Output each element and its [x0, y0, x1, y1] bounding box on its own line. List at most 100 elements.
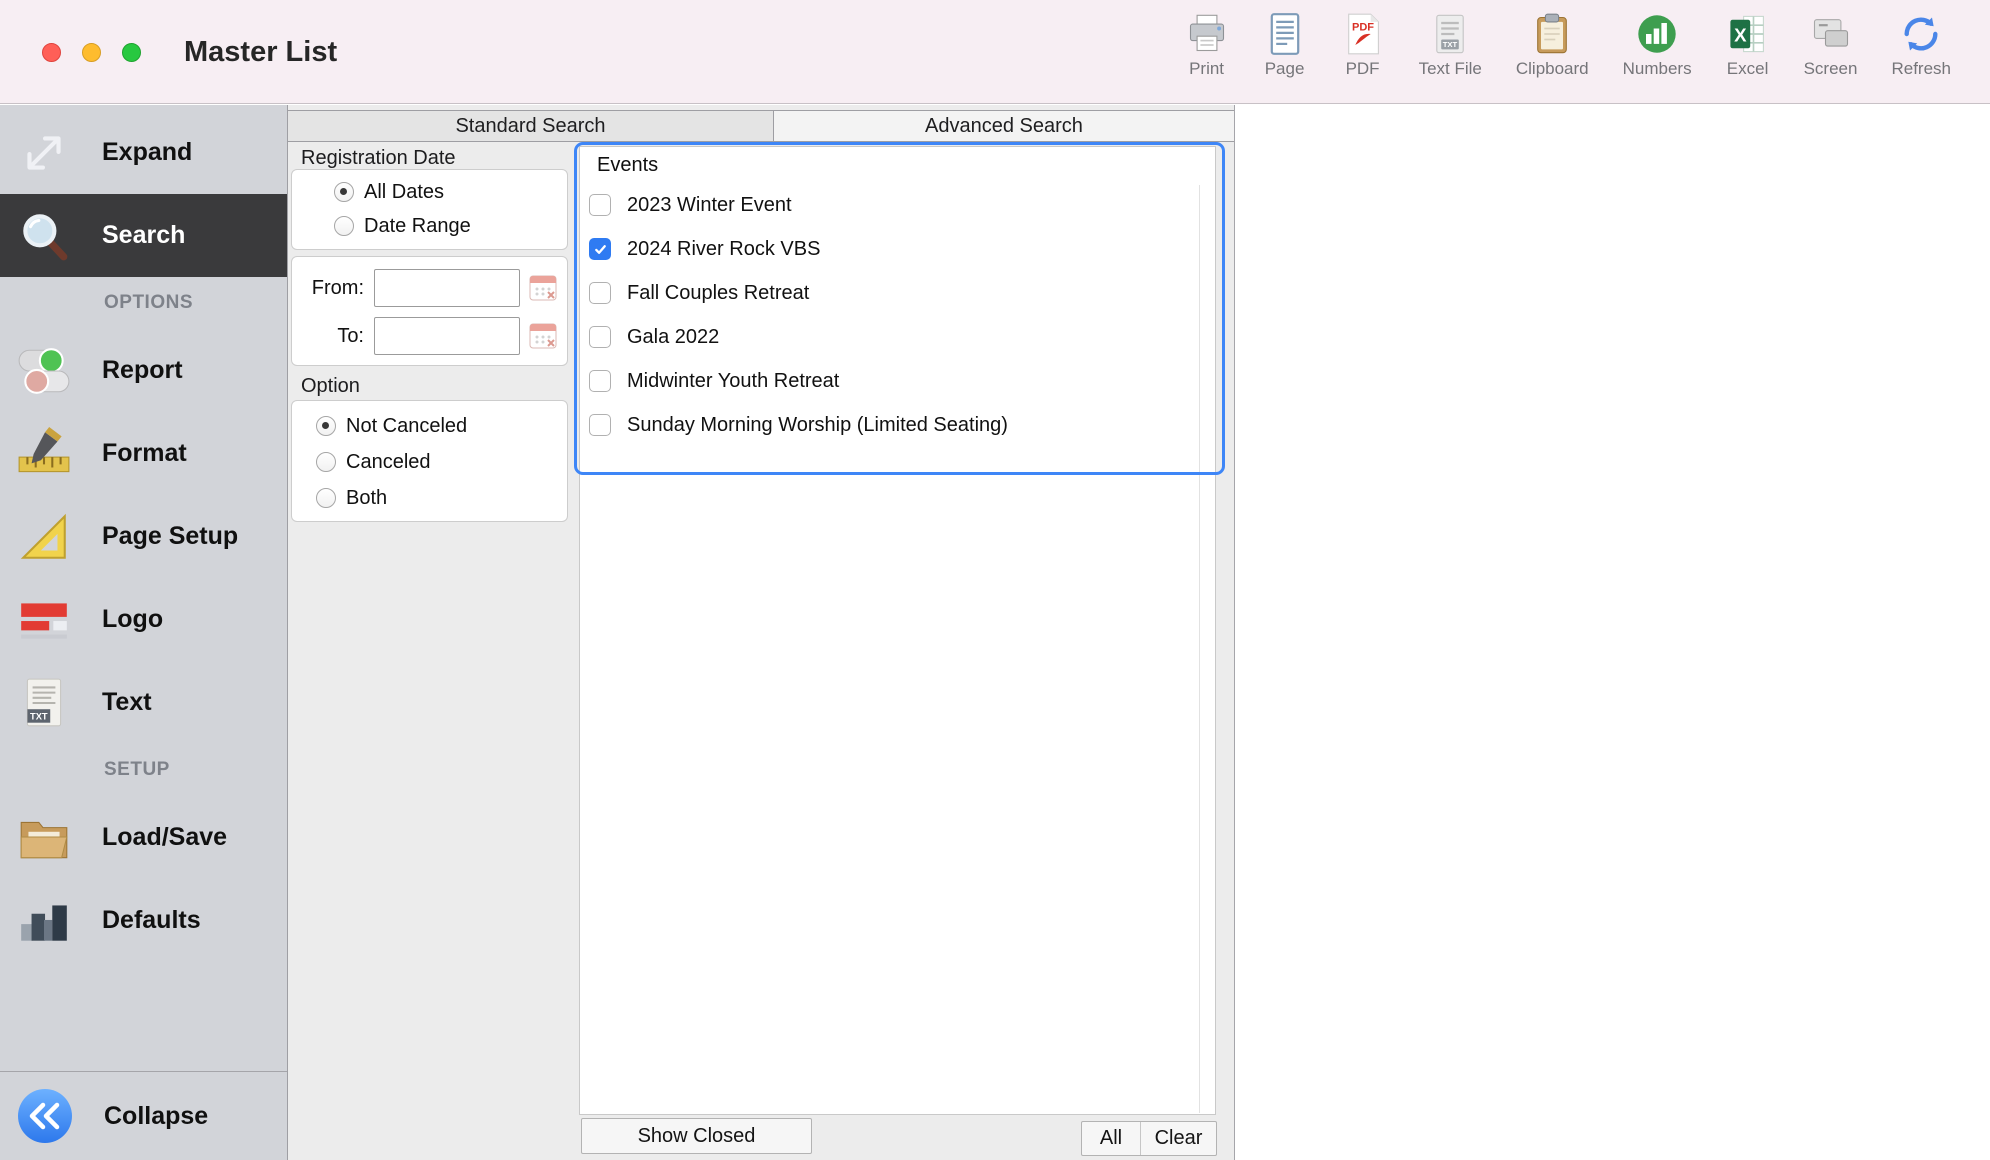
- toolbar-pdf-button[interactable]: PDF PDF: [1324, 12, 1402, 79]
- event-row[interactable]: Fall Couples Retreat: [580, 271, 1215, 315]
- sidebar-item-page-setup[interactable]: Page Setup: [0, 495, 287, 578]
- checkbox[interactable]: [589, 238, 611, 260]
- all-button[interactable]: All: [1082, 1122, 1140, 1155]
- radio-control[interactable]: [334, 182, 354, 202]
- sidebar-item-collapse[interactable]: Collapse: [0, 1071, 287, 1160]
- toolbar-print-button[interactable]: Print: [1168, 12, 1246, 79]
- search-content: Standard Search Advanced Search Registra…: [288, 105, 1235, 1160]
- printer-icon: [1185, 12, 1229, 56]
- numbers-icon: [1635, 12, 1679, 56]
- option-title: Option: [301, 375, 360, 398]
- app-body: Expand Search OPTIONS Report Format: [0, 105, 1990, 1160]
- checkbox[interactable]: [589, 414, 611, 436]
- event-row[interactable]: 2023 Winter Event: [580, 183, 1215, 227]
- sidebar-item-label: Text: [102, 688, 152, 717]
- tab-label: Advanced Search: [925, 115, 1083, 138]
- sidebar-item-defaults[interactable]: Defaults: [0, 879, 287, 962]
- calendar-icon[interactable]: [528, 272, 560, 304]
- event-row[interactable]: 2024 River Rock VBS: [580, 227, 1215, 271]
- toolbar-label: Print: [1189, 59, 1224, 79]
- close-button[interactable]: [42, 43, 61, 62]
- toolbar: Print Page PDF PDF TXT Text File: [1168, 12, 1968, 79]
- toolbar-text-file-button[interactable]: TXT Text File: [1402, 12, 1499, 79]
- toolbar-excel-button[interactable]: X Excel: [1709, 12, 1787, 79]
- date-range-group: From: To:: [291, 256, 568, 366]
- event-row[interactable]: Sunday Morning Worship (Limited Seating): [580, 403, 1215, 447]
- radio-all-dates[interactable]: All Dates: [334, 175, 567, 209]
- toolbar-clipboard-button[interactable]: Clipboard: [1499, 12, 1606, 79]
- to-label: To:: [296, 325, 364, 348]
- toolbar-label: Text File: [1419, 59, 1482, 79]
- event-row[interactable]: Gala 2022: [580, 315, 1215, 359]
- sidebar-section-options: OPTIONS: [0, 277, 287, 329]
- toolbar-label: Numbers: [1623, 59, 1692, 79]
- preview-area: [1235, 105, 1990, 1160]
- radio-date-range[interactable]: Date Range: [334, 209, 567, 243]
- page-icon: [1263, 12, 1307, 56]
- toolbar-refresh-button[interactable]: Refresh: [1874, 12, 1968, 79]
- radio-control[interactable]: [316, 416, 336, 436]
- sidebar-item-text[interactable]: TXT Text: [0, 661, 287, 744]
- zoom-button[interactable]: [122, 43, 141, 62]
- toolbar-label: Clipboard: [1516, 59, 1589, 79]
- sidebar-item-search[interactable]: Search: [0, 194, 287, 277]
- sidebar-item-label: Expand: [102, 138, 192, 167]
- sidebar-item-expand[interactable]: Expand: [0, 111, 287, 194]
- event-label: 2024 River Rock VBS: [627, 238, 820, 261]
- radio-control[interactable]: [334, 216, 354, 236]
- checkbox[interactable]: [589, 326, 611, 348]
- radio-control[interactable]: [316, 488, 336, 508]
- sidebar-item-load-save[interactable]: Load/Save: [0, 796, 287, 879]
- all-label: All: [1100, 1127, 1122, 1150]
- screen-icon: [1809, 12, 1853, 56]
- event-row[interactable]: Midwinter Youth Retreat: [580, 359, 1215, 403]
- events-scrollbar[interactable]: [1199, 185, 1200, 1113]
- registration-date-group: All Dates Date Range: [291, 169, 568, 250]
- sidebar-item-format[interactable]: Format: [0, 412, 287, 495]
- to-date-row: To:: [292, 317, 567, 355]
- to-date-input[interactable]: [374, 317, 520, 355]
- all-clear-segment: All Clear: [1081, 1121, 1217, 1156]
- report-icon: [16, 343, 72, 399]
- toolbar-screen-button[interactable]: Screen: [1787, 12, 1875, 79]
- refresh-icon: [1899, 12, 1943, 56]
- excel-icon: X: [1726, 12, 1770, 56]
- tab-advanced-search[interactable]: Advanced Search: [774, 111, 1234, 141]
- defaults-icon: [16, 893, 72, 949]
- toolbar-numbers-button[interactable]: Numbers: [1606, 12, 1709, 79]
- from-date-row: From:: [292, 269, 567, 307]
- app-window: Master List Print Page PDF PDF: [0, 0, 1990, 1160]
- radio-canceled[interactable]: Canceled: [316, 444, 567, 480]
- sidebar-item-label: Defaults: [102, 906, 201, 935]
- checkbox[interactable]: [589, 282, 611, 304]
- option-group: Not Canceled Canceled Both: [291, 400, 568, 522]
- calendar-icon[interactable]: [528, 320, 560, 352]
- checkbox[interactable]: [589, 370, 611, 392]
- format-icon: [16, 426, 72, 482]
- svg-text:TXT: TXT: [1443, 40, 1458, 49]
- toolbar-page-button[interactable]: Page: [1246, 12, 1324, 79]
- svg-text:TXT: TXT: [30, 711, 48, 721]
- radio-label: Both: [346, 487, 387, 510]
- toolbar-label: PDF: [1346, 59, 1380, 79]
- from-date-input[interactable]: [374, 269, 520, 307]
- sidebar-item-report[interactable]: Report: [0, 329, 287, 412]
- sidebar-item-label: Report: [102, 356, 183, 385]
- sidebar-item-label: Logo: [102, 605, 163, 634]
- toolbar-label: Excel: [1727, 59, 1769, 79]
- svg-text:X: X: [1734, 25, 1747, 46]
- checkbox[interactable]: [589, 194, 611, 216]
- clear-button[interactable]: Clear: [1140, 1122, 1216, 1155]
- tab-standard-search[interactable]: Standard Search: [288, 111, 774, 141]
- clipboard-icon: [1530, 12, 1574, 56]
- radio-label: All Dates: [364, 181, 444, 204]
- minimize-button[interactable]: [82, 43, 101, 62]
- show-closed-button[interactable]: Show Closed: [581, 1118, 812, 1154]
- radio-control[interactable]: [316, 452, 336, 472]
- radio-both[interactable]: Both: [316, 480, 567, 516]
- text-icon: TXT: [16, 675, 72, 731]
- window-title: Master List: [184, 36, 337, 69]
- expand-icon: [16, 125, 72, 181]
- radio-not-canceled[interactable]: Not Canceled: [316, 408, 567, 444]
- sidebar-item-logo[interactable]: Logo: [0, 578, 287, 661]
